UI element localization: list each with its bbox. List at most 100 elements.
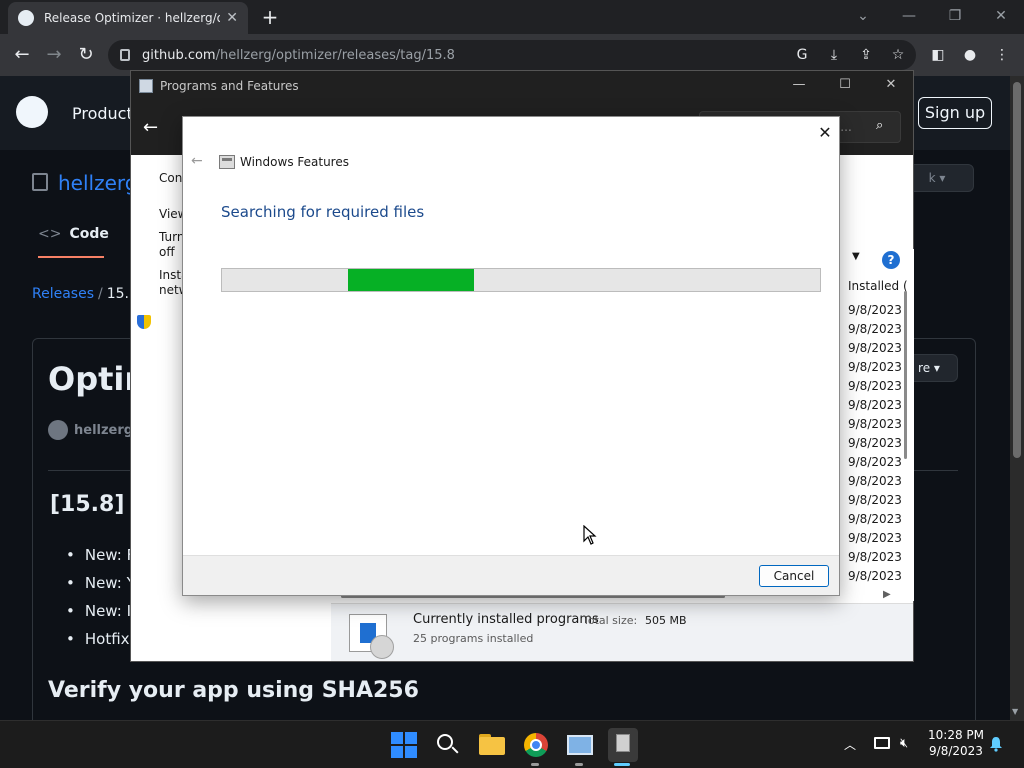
clock-time: 10:28 PM xyxy=(928,728,984,742)
page-scrollbar[interactable]: ▼ xyxy=(1010,76,1024,720)
table-row[interactable]: 9/8/2023 xyxy=(848,569,902,583)
close-window-button[interactable]: ✕ xyxy=(986,4,1016,28)
search-icon: ⌕ xyxy=(876,118,884,133)
minimize-button[interactable]: — xyxy=(894,4,924,28)
file-explorer-icon[interactable] xyxy=(478,731,506,759)
table-row[interactable]: 9/8/2023 xyxy=(848,531,902,545)
verify-heading: Verify your app using SHA256 xyxy=(48,678,419,703)
close-icon[interactable]: ✕ xyxy=(815,123,835,143)
tray-chevron-up-icon[interactable]: ︿ xyxy=(844,736,856,753)
progress-fill xyxy=(348,269,474,291)
maximize-button[interactable]: ☐ xyxy=(833,77,857,92)
programs-icon xyxy=(349,614,394,659)
task-link-windows-features[interactable]: Turn xyxy=(159,230,184,245)
url-text: github.com/hellzerg/optimizer/releases/t… xyxy=(142,47,455,63)
cancel-button[interactable]: Cancel xyxy=(759,565,829,587)
taskbar-clock[interactable]: 10:28 PM 9/8/2023 xyxy=(928,727,984,759)
volume-muted-icon[interactable]: 🔇︎ xyxy=(900,736,908,751)
active-indicator xyxy=(614,763,630,766)
window-title: Programs and Features xyxy=(160,79,299,93)
window-titlebar[interactable]: Programs and Features — ☐ ✕ xyxy=(131,71,913,101)
table-row[interactable]: 9/8/2023 xyxy=(848,493,902,507)
close-button[interactable]: ✕ xyxy=(879,77,903,92)
windows-features-dialog: ✕ ← Windows Features Searching for requi… xyxy=(182,116,840,596)
control-panel-icon xyxy=(139,79,153,93)
task-link-windows-features-cont[interactable]: off xyxy=(159,245,175,260)
notification-bell-icon[interactable] xyxy=(988,736,1004,752)
chrome-menu-icon[interactable]: ⋮ xyxy=(992,45,1012,65)
browser-tab-strip: Release Optimizer · hellzerg/optimizer ✕… xyxy=(0,0,1024,34)
new-tab-button[interactable]: + xyxy=(258,5,282,29)
table-row[interactable]: 9/8/2023 xyxy=(848,512,902,526)
sign-up-button[interactable]: Sign up xyxy=(918,97,992,129)
back-arrow-icon[interactable]: ← xyxy=(10,43,34,67)
close-tab-icon[interactable]: ✕ xyxy=(226,10,238,26)
windows-features-taskbar-icon[interactable] xyxy=(608,728,638,762)
release-author[interactable]: hellzerg xyxy=(48,420,133,440)
view-dropdown-icon[interactable]: ▼ xyxy=(852,251,860,262)
list-scrollbar[interactable] xyxy=(901,287,911,587)
details-pane: Currently installed programs Total size:… xyxy=(331,603,913,661)
table-row[interactable]: 9/8/2023 xyxy=(848,303,902,317)
back-arrow-icon: ← xyxy=(191,153,203,169)
scroll-right-arrow-icon[interactable]: ▶ xyxy=(883,589,891,600)
program-count: 25 programs installed xyxy=(413,632,534,645)
status-title: Currently installed programs xyxy=(413,612,599,627)
table-row[interactable]: 9/8/2023 xyxy=(848,417,902,431)
share-icon[interactable]: ⇪ xyxy=(856,45,876,65)
code-icon: <> xyxy=(38,226,62,242)
network-icon[interactable] xyxy=(874,737,890,749)
reload-icon[interactable]: ↻ xyxy=(74,43,98,67)
running-indicator xyxy=(531,763,539,766)
column-header-installed-on[interactable]: Installed ( xyxy=(848,279,908,293)
scroll-down-arrow-icon[interactable]: ▼ xyxy=(1012,707,1018,716)
github-logo-icon[interactable] xyxy=(16,96,48,128)
table-row[interactable]: 9/8/2023 xyxy=(848,322,902,336)
restore-button[interactable]: ❐ xyxy=(940,4,970,28)
profile-avatar-icon[interactable]: ● xyxy=(960,45,980,65)
release-section-heading: [15.8] - xyxy=(50,492,142,517)
list-item: New: F xyxy=(66,546,135,564)
breadcrumb-releases-link[interactable]: Releases xyxy=(32,286,94,302)
lock-icon xyxy=(120,49,130,61)
forward-arrow-icon[interactable]: → xyxy=(42,43,66,67)
scrollbar-thumb[interactable] xyxy=(904,291,907,459)
table-row[interactable]: 9/8/2023 xyxy=(848,436,902,450)
install-app-icon[interactable]: ⤓ xyxy=(824,45,844,65)
scrollbar-thumb[interactable] xyxy=(1013,82,1021,458)
start-button[interactable] xyxy=(390,731,418,759)
dialog-footer: Cancel xyxy=(183,555,839,595)
table-row[interactable]: 9/8/2023 xyxy=(848,455,902,469)
chrome-icon[interactable] xyxy=(522,731,550,759)
list-item: New: Y xyxy=(66,574,136,592)
tab-title: Release Optimizer · hellzerg/optimizer xyxy=(44,11,220,25)
list-item: New: Ir xyxy=(66,602,137,620)
minimize-button[interactable]: — xyxy=(787,77,811,92)
table-row[interactable]: 9/8/2023 xyxy=(848,360,902,374)
repo-owner-link[interactable]: hellzerg xyxy=(32,171,137,195)
control-panel-icon[interactable] xyxy=(566,731,594,759)
back-arrow-icon[interactable]: ← xyxy=(143,117,158,138)
github-favicon-icon xyxy=(18,10,34,26)
taskbar-search-icon[interactable] xyxy=(434,731,462,759)
help-icon[interactable]: ? xyxy=(882,251,900,269)
tab-search-chevron-icon[interactable]: ⌄ xyxy=(848,4,878,28)
nav-product[interactable]: Product xyxy=(72,104,133,123)
total-size-label: Total size: xyxy=(583,614,638,627)
table-row[interactable]: 9/8/2023 xyxy=(848,474,902,488)
table-row[interactable]: 9/8/2023 xyxy=(848,379,902,393)
bookmark-star-icon[interactable]: ☆ xyxy=(888,45,908,65)
side-panel-icon[interactable]: ◧ xyxy=(928,45,948,65)
table-row[interactable]: 9/8/2023 xyxy=(848,550,902,564)
windows-features-icon xyxy=(219,155,235,169)
taskbar xyxy=(0,720,1024,768)
table-row[interactable]: 9/8/2023 xyxy=(848,398,902,412)
avatar xyxy=(48,420,68,440)
google-lens-icon[interactable]: G xyxy=(792,45,812,65)
total-size-value: 505 MB xyxy=(645,614,687,627)
browser-tab[interactable]: Release Optimizer · hellzerg/optimizer ✕ xyxy=(8,2,248,34)
dialog-heading: Searching for required files xyxy=(221,203,425,221)
tab-code[interactable]: <> Code xyxy=(38,226,109,258)
table-row[interactable]: 9/8/2023 xyxy=(848,341,902,355)
dialog-title: Windows Features xyxy=(240,155,349,169)
